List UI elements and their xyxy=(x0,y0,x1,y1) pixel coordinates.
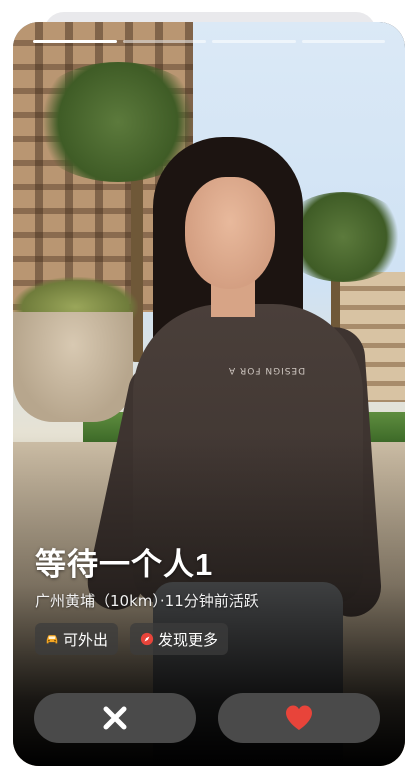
compass-icon xyxy=(140,632,154,646)
progress-segment-1 xyxy=(33,40,117,43)
tag-label: 发现更多 xyxy=(158,630,219,649)
profile-name: 等待一个人1 xyxy=(35,547,214,582)
shirt-print: DESIGN FOR A xyxy=(228,365,306,375)
tag-discover-more[interactable]: 发现更多 xyxy=(130,623,229,655)
heart-icon xyxy=(286,705,312,730)
car-icon xyxy=(46,635,58,644)
progress-segment-4 xyxy=(301,40,385,43)
tag-label: 可外出 xyxy=(63,630,109,649)
like-button[interactable] xyxy=(218,693,380,743)
action-bar xyxy=(34,693,380,743)
profile-tags: 可外出 发现更多 xyxy=(35,623,385,655)
dislike-button[interactable] xyxy=(34,693,196,743)
tag-can-go-out[interactable]: 可外出 xyxy=(35,623,119,655)
progress-segment-2 xyxy=(122,40,206,43)
photo-progress-indicator xyxy=(33,40,385,43)
profile-location-activity: 广州黄埔（10km）·11分钟前活跃 xyxy=(35,592,259,610)
close-icon xyxy=(103,706,127,730)
profile-info: 等待一个人1 广州黄埔（10km）·11分钟前活跃 可外出 发现更多 xyxy=(35,546,385,655)
profile-card[interactable]: DESIGN FOR A 等待一个人1 广州黄埔（10km）·11分钟前活跃 可… xyxy=(13,22,405,766)
progress-segment-3 xyxy=(212,40,296,43)
